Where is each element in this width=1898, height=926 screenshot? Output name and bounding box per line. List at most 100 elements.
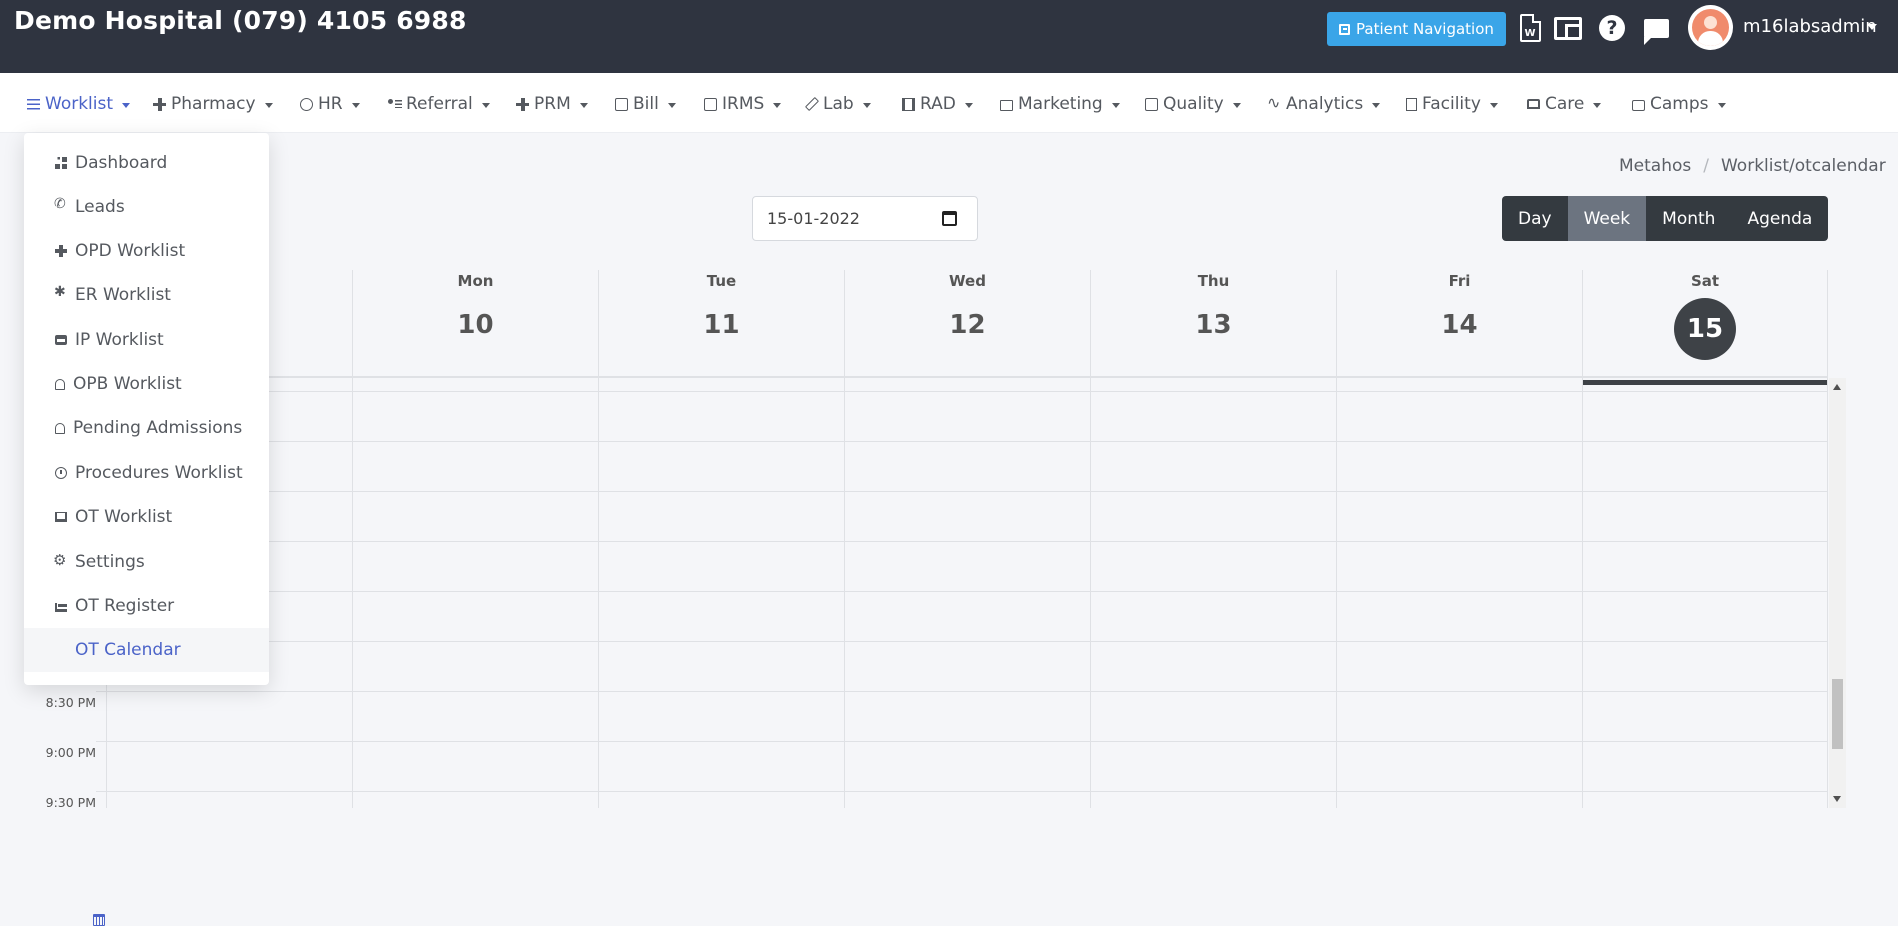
menu-item-label: RAD	[920, 94, 956, 114]
grid-row	[106, 691, 1828, 692]
user-menu-chevron-down-icon[interactable]	[1867, 24, 1877, 30]
menu-item-bill[interactable]: Bill	[615, 93, 676, 115]
dropdown-item-ot-register[interactable]: OT Register	[24, 584, 269, 628]
dropdown-item-ot-calendar[interactable]: OT Calendar	[24, 628, 269, 926]
menu-item-label: Pharmacy	[171, 94, 256, 114]
chat-icon[interactable]	[1641, 12, 1671, 45]
day-header-thu[interactable]: Thu 13	[1090, 270, 1336, 377]
main-menu-bar: Worklist Pharmacy HR Referral PRM Bill I…	[0, 73, 1898, 133]
dropdown-item-label: Pending Admissions	[73, 418, 243, 438]
dropdown-item-er-worklist[interactable]: ER Worklist	[24, 273, 269, 317]
breadcrumb: Metahos / Worklist/otcalendar	[1619, 156, 1886, 176]
grid-column	[1582, 378, 1583, 808]
breadcrumb-root[interactable]: Metahos	[1619, 156, 1691, 176]
menu-item-pharmacy[interactable]: Pharmacy	[153, 93, 273, 115]
dropdown-item-settings[interactable]: Settings	[24, 540, 269, 584]
bag-icon	[1000, 99, 1013, 111]
menu-item-hr[interactable]: HR	[300, 93, 360, 115]
menu-item-rad[interactable]: RAD	[902, 93, 973, 115]
day-header-fri[interactable]: Fri 14	[1336, 270, 1582, 377]
username[interactable]: m16labsadmin	[1743, 16, 1877, 37]
day-name: Thu	[1197, 272, 1230, 290]
chevron-down-icon	[351, 102, 360, 108]
grid-column	[598, 378, 599, 808]
couch-icon	[55, 512, 67, 522]
word-document-icon[interactable]: W	[1515, 12, 1545, 44]
pencil-icon	[804, 96, 820, 112]
calendar-icon[interactable]	[942, 211, 957, 226]
dropdown-item-leads[interactable]: Leads	[24, 185, 269, 229]
day-name: Mon	[457, 272, 494, 290]
menu-item-worklist[interactable]: Worklist	[27, 93, 131, 115]
menu-item-camps[interactable]: Camps	[1632, 93, 1726, 115]
scrollbar-thumb[interactable]	[1832, 679, 1843, 749]
day-number: 12	[949, 310, 986, 340]
day-header-wed[interactable]: Wed 12	[844, 270, 1090, 377]
dropdown-item-opd-worklist[interactable]: OPD Worklist	[24, 229, 269, 273]
view-month-button[interactable]: Month	[1646, 196, 1732, 241]
phone-icon	[54, 196, 67, 213]
dropdown-item-label: IP Worklist	[75, 330, 164, 350]
calendar-icon	[93, 914, 105, 926]
day-name: Sat	[1690, 272, 1720, 290]
grid-row	[106, 541, 1828, 542]
menu-item-facility[interactable]: Facility	[1406, 93, 1498, 115]
menu-item-prm[interactable]: PRM	[516, 93, 588, 115]
day-header-mon[interactable]: Mon 10	[352, 270, 598, 377]
building-icon	[1406, 97, 1417, 111]
menu-item-label: Camps	[1650, 94, 1709, 114]
scroll-up-arrow-icon[interactable]	[1833, 384, 1841, 390]
dropdown-item-label: OPD Worklist	[75, 241, 186, 261]
day-name: Wed	[949, 272, 986, 290]
menu-item-lab[interactable]: Lab	[804, 93, 871, 115]
day-number: 11	[703, 310, 740, 340]
patient-navigation-button[interactable]: Patient Navigation	[1327, 12, 1506, 46]
menu-item-quality[interactable]: Quality	[1145, 93, 1241, 115]
grid-row	[106, 391, 1828, 392]
menu-item-label: Quality	[1163, 94, 1224, 114]
scroll-down-arrow-icon[interactable]	[1833, 796, 1841, 802]
view-day-button[interactable]: Day	[1502, 196, 1568, 241]
top-bar: Demo Hospital (079) 4105 6988 Patient Na…	[0, 0, 1898, 73]
dropdown-item-ot-worklist[interactable]: OT Worklist	[24, 495, 269, 539]
day-name: Tue	[706, 272, 737, 290]
dropdown-item-dashboard[interactable]: Dashboard	[24, 141, 269, 185]
bell-icon	[55, 422, 65, 434]
time-tick	[96, 691, 106, 692]
day-header-tue[interactable]: Tue 11	[598, 270, 844, 377]
grid-row	[106, 741, 1828, 742]
avatar[interactable]	[1688, 5, 1733, 50]
menu-item-analytics[interactable]: Analytics	[1267, 93, 1381, 115]
menu-item-referral[interactable]: Referral	[388, 93, 490, 115]
help-icon[interactable]: ?	[1597, 12, 1627, 44]
chevron-down-icon	[964, 102, 973, 108]
menu-item-care[interactable]: Care	[1527, 93, 1602, 115]
dropdown-item-pending-admissions[interactable]: Pending Admissions	[24, 406, 269, 450]
view-week-button[interactable]: Week	[1567, 196, 1647, 241]
plus-icon	[153, 97, 166, 111]
dropdown-item-ip-worklist[interactable]: IP Worklist	[24, 318, 269, 362]
hospital-title: Demo Hospital (079) 4105 6988	[14, 6, 467, 35]
grid-row	[106, 441, 1828, 442]
menu-item-irms[interactable]: IRMS	[704, 93, 782, 115]
day-name: Fri	[1448, 272, 1471, 290]
dropdown-item-opb-worklist[interactable]: OPB Worklist	[24, 362, 269, 406]
list-icon	[27, 98, 40, 111]
day-header-sat[interactable]: Sat 15	[1582, 270, 1828, 385]
cash-icon	[615, 97, 628, 111]
menu-item-label: HR	[318, 94, 343, 114]
window-icon[interactable]	[1553, 12, 1583, 44]
person-circle-icon	[300, 97, 313, 111]
dropdown-item-label: Settings	[75, 552, 145, 572]
time-grid[interactable]: 8:30 PM 9:00 PM 9:30 PM	[38, 378, 1828, 808]
view-agenda-button[interactable]: Agenda	[1731, 196, 1829, 241]
dropdown-item-procedures-worklist[interactable]: Procedures Worklist	[24, 451, 269, 495]
day-number: 10	[457, 310, 494, 340]
menu-item-marketing[interactable]: Marketing	[1000, 93, 1120, 115]
time-label: 9:00 PM	[45, 745, 96, 760]
grid-column	[352, 378, 353, 808]
chevron-down-icon	[1593, 102, 1602, 108]
menu-item-label: Marketing	[1018, 94, 1103, 114]
calendar-scrollbar[interactable]	[1829, 378, 1846, 808]
date-picker-input[interactable]: 15-01-2022	[752, 196, 978, 241]
